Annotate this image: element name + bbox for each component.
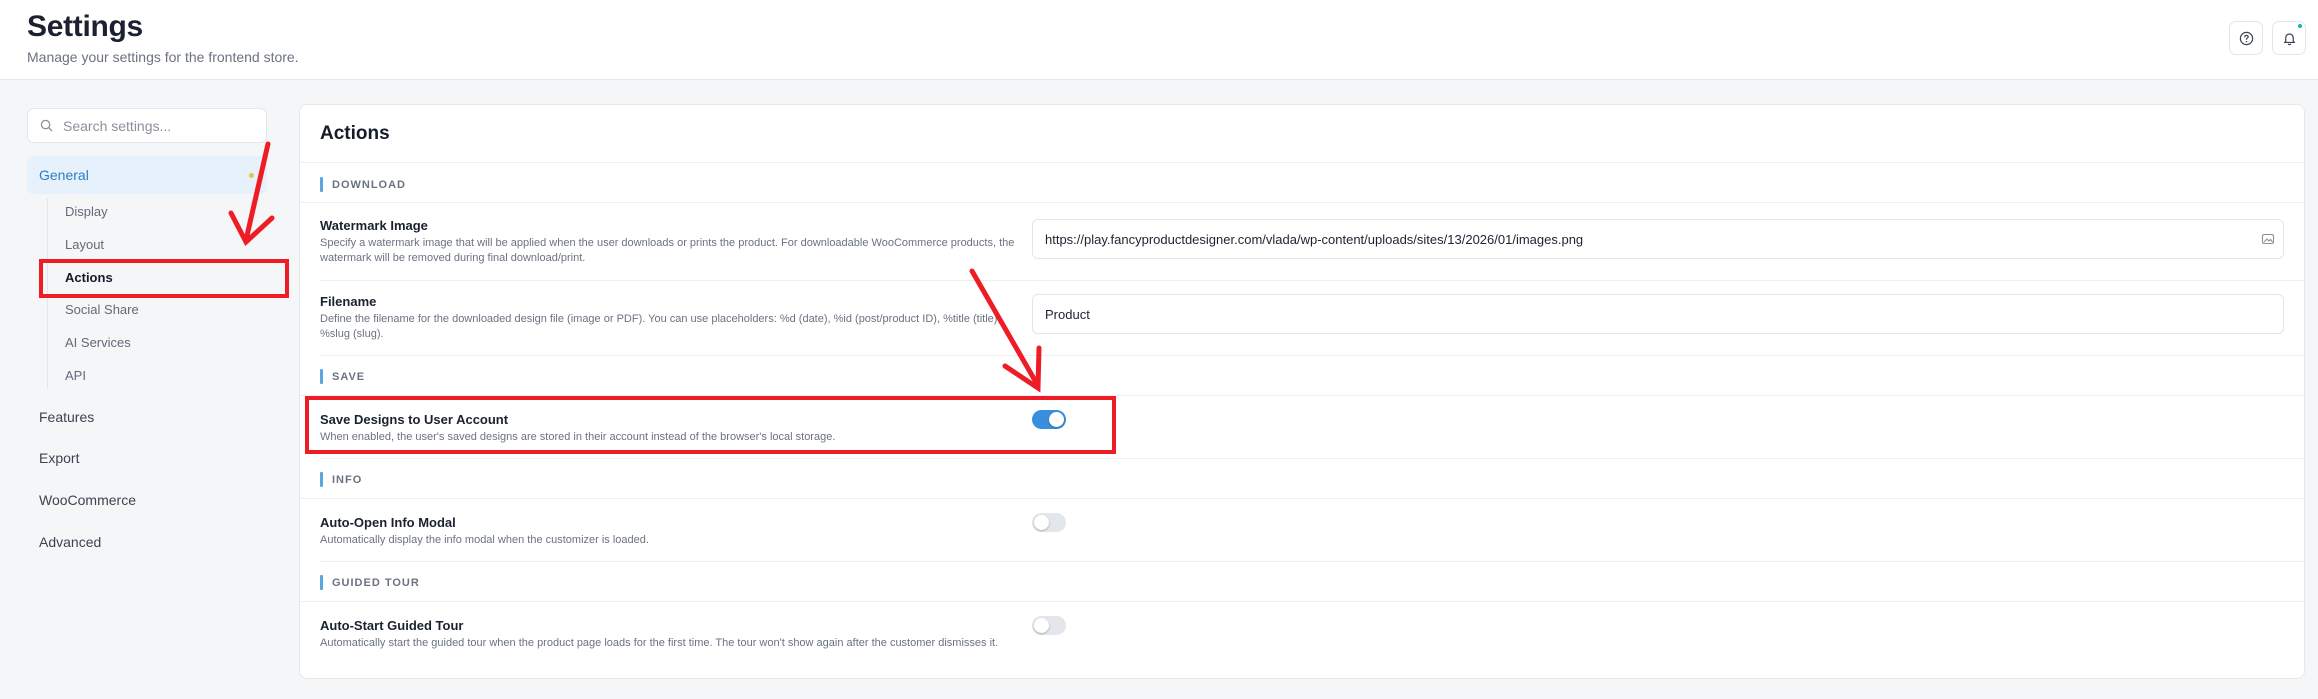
section-download: DOWNLOAD [320, 177, 406, 192]
image-icon[interactable] [2261, 232, 2275, 246]
watermark-input[interactable] [1045, 231, 2283, 247]
auto-start-tour-toggle[interactable] [1032, 616, 1066, 635]
settings-search[interactable] [27, 108, 267, 143]
page-subtitle: Manage your settings for the frontend st… [27, 49, 299, 65]
settings-card: Actions DOWNLOAD Watermark Image Specify… [299, 104, 2305, 679]
annotation-highlight-actions [39, 259, 289, 298]
sidebar-subitem-api[interactable]: API [47, 368, 247, 383]
divider [300, 202, 2304, 203]
help-circle-icon [2239, 31, 2253, 45]
watermark-image-field[interactable] [1032, 219, 2284, 259]
filename-input[interactable] [1045, 306, 2283, 322]
divider [320, 355, 2304, 356]
notifications-button[interactable] [2272, 21, 2306, 55]
sidebar-item-export[interactable]: Export [39, 450, 79, 466]
page-header: Settings Manage your settings for the fr… [0, 0, 2318, 80]
auto-start-tour-label: Auto-Start Guided Tour [320, 618, 464, 633]
divider [320, 280, 2304, 281]
section-save: SAVE [320, 369, 365, 384]
auto-start-tour-description: Automatically start the guided tour when… [320, 637, 999, 649]
toggle-knob [1034, 515, 1049, 530]
bell-icon [2283, 32, 2295, 45]
auto-open-info-toggle[interactable] [1032, 513, 1066, 532]
card-title: Actions [320, 123, 390, 144]
notification-dot [2298, 24, 2302, 28]
sidebar-item-features[interactable]: Features [39, 409, 94, 425]
section-guided-tour: GUIDED TOUR [320, 575, 420, 590]
sidebar-item-general[interactable]: General [27, 156, 267, 194]
sidebar-item-label: General [39, 167, 89, 183]
search-input[interactable] [63, 117, 253, 134]
search-icon [40, 119, 53, 132]
auto-open-info-description: Automatically display the info modal whe… [320, 534, 649, 546]
watermark-label: Watermark Image [320, 218, 428, 233]
divider [320, 458, 2304, 459]
page-title: Settings [27, 10, 143, 43]
sidebar-item-advanced[interactable]: Advanced [39, 534, 101, 550]
divider [300, 498, 2304, 499]
watermark-description: Specify a watermark image that will be a… [320, 237, 1015, 264]
status-dot [249, 173, 254, 178]
sidebar-item-woocommerce[interactable]: WooCommerce [39, 492, 136, 508]
annotation-highlight-save-designs [305, 396, 1116, 454]
filename-field[interactable] [1032, 294, 2284, 334]
divider [300, 162, 2304, 163]
auto-open-info-label: Auto-Open Info Modal [320, 515, 456, 530]
divider [320, 561, 2304, 562]
divider [300, 601, 2304, 602]
sidebar-subitem-social-share[interactable]: Social Share [47, 302, 247, 317]
toggle-knob [1034, 618, 1049, 633]
sidebar-subitem-display[interactable]: Display [47, 204, 247, 219]
sidebar-subitem-ai-services[interactable]: AI Services [47, 335, 247, 350]
filename-description: Define the filename for the downloaded d… [320, 313, 1001, 340]
sidebar-subitem-layout[interactable]: Layout [47, 237, 247, 252]
help-button[interactable] [2229, 21, 2263, 55]
filename-label: Filename [320, 294, 377, 309]
section-info: INFO [320, 472, 362, 487]
